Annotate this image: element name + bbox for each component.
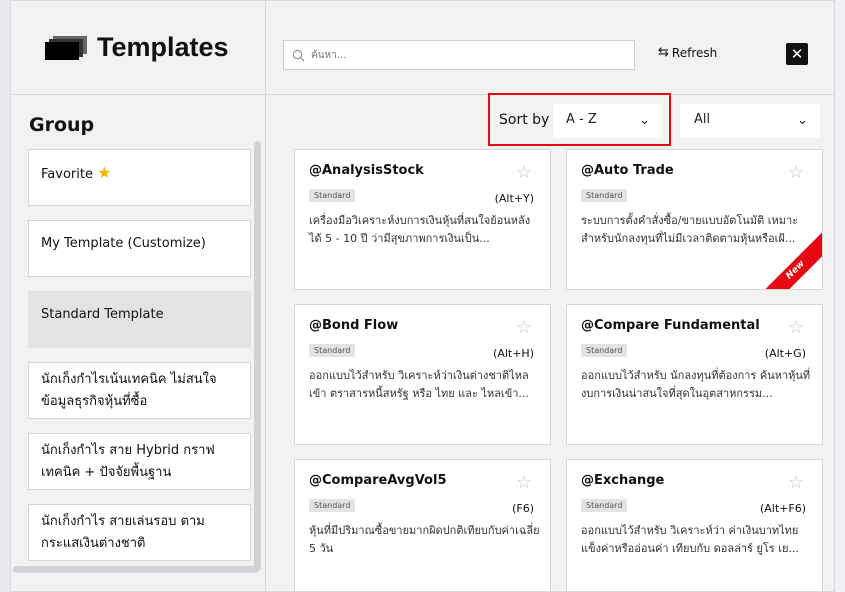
star-icon[interactable]: ☆ [788,317,804,338]
group-list: Favorite ★ My Template (Customize) Stand… [28,149,251,575]
star-icon[interactable]: ☆ [516,317,532,338]
group-item-label: Favorite [41,167,93,182]
card-title: @Auto Trade [581,163,674,178]
refresh-button[interactable]: ⇆ Refresh [658,45,717,60]
group-item-label: My Template (Customize) [41,236,206,251]
card-description: เครื่องมือวิเคราะห์งบการเงินหุ้นที่สนใจย… [309,214,531,245]
group-item-label: นักเก็งกำไรเน้นเทคนิค ไม่สนใจ ข้อมูลธุรก… [41,372,217,409]
chevron-down-icon: ⌄ [797,113,808,128]
group-item-standard-template[interactable]: Standard Template [28,291,251,348]
card-shortcut: (Alt+G) [764,347,806,360]
background-strip-left [0,0,10,592]
card-description: หุ้นที่มีปริมาณซื้อขายมากผิดปกติเทียบกับ… [309,524,540,555]
search-placeholder: ค้นหา... [311,49,347,61]
card-title: @Compare Fundamental [581,318,760,333]
templates-panel: ค้นหา... ⇆ Refresh ✕ Sort by A - Z ⌄ All… [266,1,834,591]
group-list-scrollbar[interactable] [254,141,261,571]
card-shortcut: (F6) [512,502,534,515]
card-title: @Bond Flow [309,318,399,333]
card-shortcut: (Alt+F6) [759,502,806,515]
group-list-horizontal-scrollbar[interactable] [13,566,259,573]
template-card-compare-fundamental[interactable]: @Compare Fundamental ☆ Standard (Alt+G) … [566,304,823,445]
background-strip-right [835,0,845,592]
sort-highlight [488,93,671,146]
group-item-my-template[interactable]: My Template (Customize) [28,220,251,277]
status-badge: Standard [581,189,628,202]
group-panel: Templates Group Favorite ★ My Template (… [11,1,266,591]
status-badge: Standard [581,499,628,512]
star-icon[interactable]: ☆ [788,162,804,183]
card-description: ออกแบบไว้สำหรับ นักลงทุนที่ต้องการ ค้นหา… [581,369,811,400]
status-badge: Standard [581,344,628,357]
template-card-compareavgvol5[interactable]: @CompareAvgVol5 ☆ Standard (F6) หุ้นที่ม… [294,459,551,591]
status-badge: Standard [309,499,356,512]
star-icon[interactable]: ☆ [516,472,532,493]
group-item-hybrid-speculator[interactable]: นักเก็งกำไร สาย Hybrid กราฟ เทคนิค + ปัจ… [28,433,251,490]
templates-dialog: Templates Group Favorite ★ My Template (… [10,0,835,592]
close-icon: ✕ [790,45,804,63]
brand-header: Templates [11,1,265,95]
group-item-favorite[interactable]: Favorite ★ [28,149,251,206]
filter-select[interactable]: All ⌄ [680,104,820,138]
group-title: Group [29,114,95,136]
group-item-label: Standard Template [41,307,164,322]
toolbar: ค้นหา... ⇆ Refresh ✕ [266,1,834,95]
group-item-label: นักเก็งกำไร สาย Hybrid กราฟ เทคนิค + ปัจ… [41,443,215,480]
search-input[interactable]: ค้นหา... [283,40,635,70]
refresh-label: Refresh [671,45,718,60]
star-icon[interactable]: ☆ [516,162,532,183]
status-badge: Standard [309,189,356,202]
page-title: Templates [97,32,229,62]
card-title: @Exchange [581,473,665,488]
star-icon: ★ [97,163,112,182]
card-description: ออกแบบไว้สำหรับ วิเคราะห์ว่า ค่าเงินบาทไ… [581,524,799,555]
status-badge: Standard [309,344,356,357]
template-card-bond-flow[interactable]: @Bond Flow ☆ Standard (Alt+H) ออกแบบไว้ส… [294,304,551,445]
star-icon[interactable]: ☆ [788,472,804,493]
card-description: ออกแบบไว้สำหรับ วิเคราะห์ว่าเงินต่างชาติ… [309,369,529,400]
filter-value: All [694,112,711,127]
template-card-auto-trade[interactable]: @Auto Trade ☆ Standard ระบบการตั้งคำสั่ง… [566,149,823,290]
card-shortcut: (Alt+Y) [494,192,534,205]
template-card-exchange[interactable]: @Exchange ☆ Standard (Alt+F6) ออกแบบไว้ส… [566,459,823,591]
close-button[interactable]: ✕ [786,43,808,65]
card-title: @CompareAvgVol5 [309,473,447,488]
refresh-icon: ⇆ [658,45,669,60]
templates-stack-icon [45,35,89,60]
group-item-technical-speculator[interactable]: นักเก็งกำไรเน้นเทคนิค ไม่สนใจ ข้อมูลธุรก… [28,362,251,419]
template-card-analysisstock[interactable]: @AnalysisStock ☆ Standard (Alt+Y) เครื่อ… [294,149,551,290]
card-shortcut: (Alt+H) [493,347,534,360]
card-title: @AnalysisStock [309,163,424,178]
search-icon [292,49,305,61]
card-description: ระบบการตั้งคำสั่งซื้อ/ขายแบบอัตโนมัติ เห… [581,214,799,245]
group-item-label: นักเก็งกำไร สายเล่นรอบ ตาม กระแสเงินต่าง… [41,514,205,551]
group-item-foreign-flow-speculator[interactable]: นักเก็งกำไร สายเล่นรอบ ตาม กระแสเงินต่าง… [28,504,251,561]
